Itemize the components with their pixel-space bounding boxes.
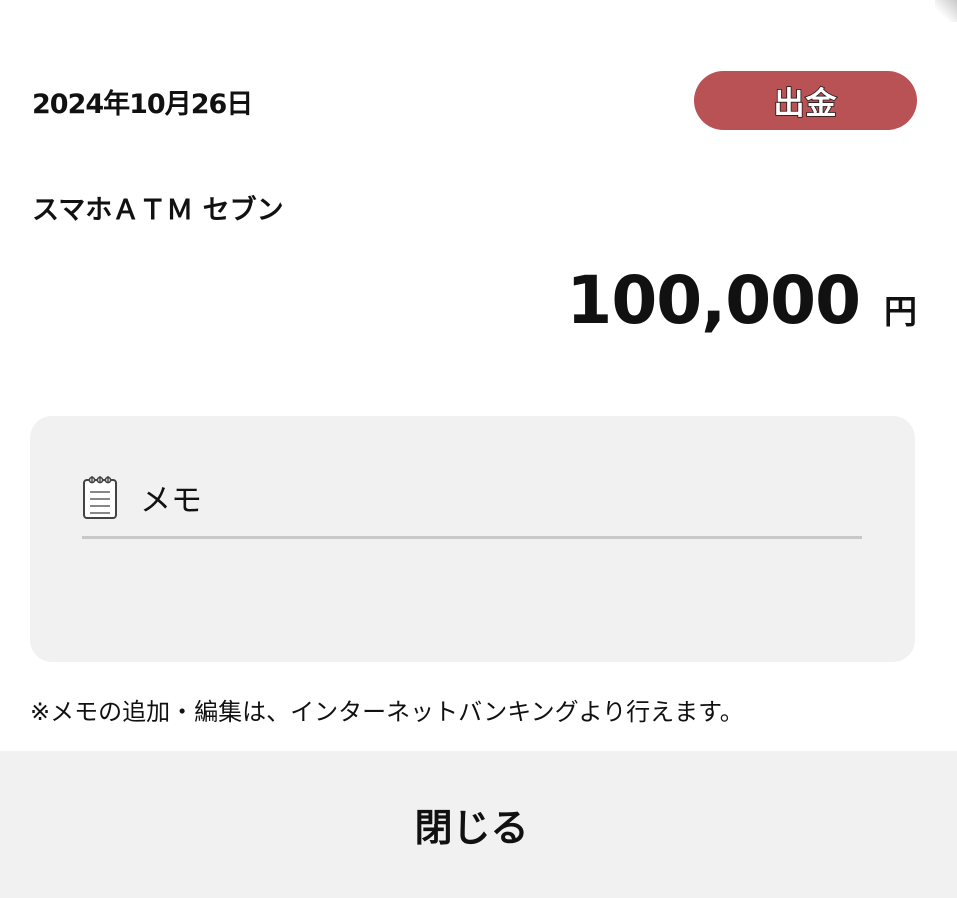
transaction-date: 2024年10月26日 xyxy=(32,89,253,120)
memo-edit-note: ※メモの追加・編集は、インターネットバンキングより行えます。 xyxy=(30,698,744,726)
memo-divider xyxy=(82,536,862,539)
close-button[interactable]: 閉じる xyxy=(0,751,957,898)
amount-row: 100,000 円 xyxy=(566,262,917,339)
transaction-description: スマホＡＴＭ セブン xyxy=(32,195,284,226)
notepad-icon xyxy=(83,476,117,519)
memo-label: メモ xyxy=(140,482,202,519)
currency-unit: 円 xyxy=(884,292,917,331)
close-button-label: 閉じる xyxy=(414,806,529,850)
memo-header: メモ xyxy=(82,474,202,520)
transaction-type-label: 出金 xyxy=(773,85,838,123)
transaction-detail-sheet: 2024年10月26日 出金 スマホＡＴＭ セブン 100,000 円 メモ ※… xyxy=(0,0,957,898)
transaction-type-badge: 出金 xyxy=(694,71,917,130)
transaction-amount: 100,000 xyxy=(566,262,861,339)
memo-panel: メモ xyxy=(30,416,915,662)
corner-shadow xyxy=(935,0,957,22)
